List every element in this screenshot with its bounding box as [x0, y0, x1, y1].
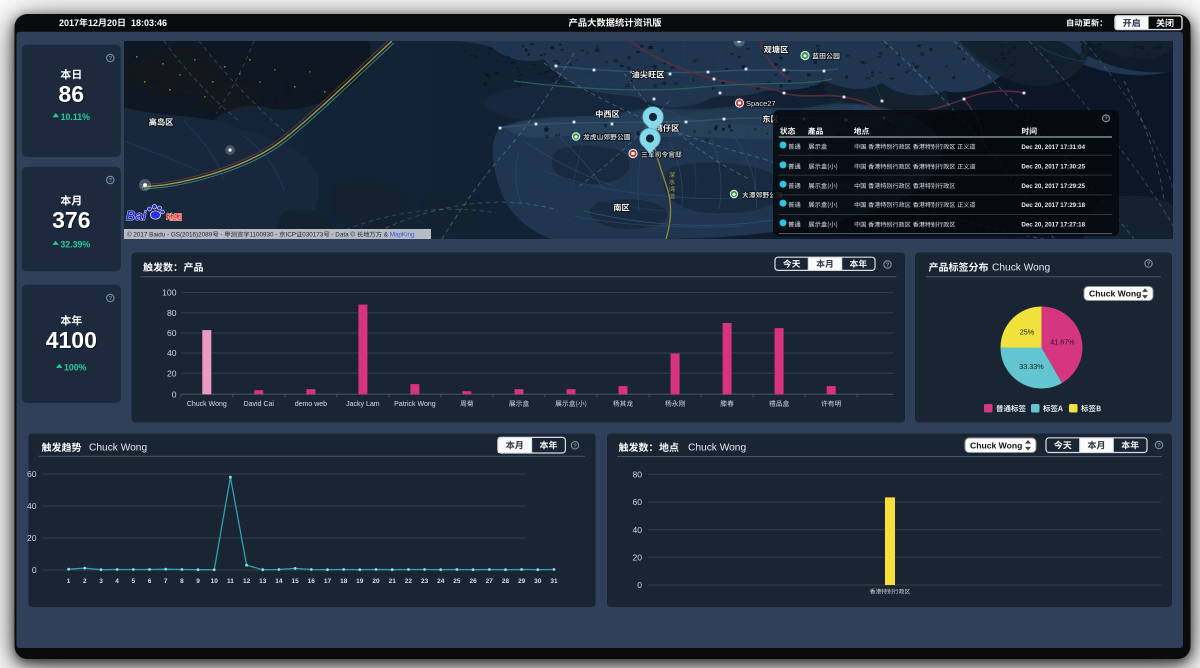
- svg-text:0: 0: [172, 389, 177, 399]
- svg-text:25: 25: [453, 578, 461, 585]
- svg-text:27: 27: [486, 578, 494, 585]
- svg-text:26: 26: [469, 578, 477, 585]
- svg-text:60: 60: [632, 497, 642, 507]
- svg-text:60: 60: [27, 469, 37, 479]
- svg-text:11: 11: [227, 578, 234, 585]
- svg-text:12: 12: [88, 18, 98, 28]
- svg-text:?: ?: [108, 296, 112, 302]
- svg-text:80: 80: [167, 308, 177, 318]
- svg-text:Jacky Lam: Jacky Lam: [346, 401, 380, 408]
- svg-text:18:03:46: 18:03:46: [126, 18, 167, 28]
- svg-text:4100: 4100: [46, 327, 97, 353]
- svg-text:20: 20: [107, 18, 117, 28]
- svg-text:40: 40: [167, 348, 177, 358]
- svg-text:31: 31: [550, 578, 558, 585]
- svg-text:?: ?: [886, 263, 890, 269]
- svg-text:80: 80: [632, 470, 642, 480]
- svg-text:20: 20: [167, 368, 177, 378]
- svg-text:1100930 -: 1100930 -: [250, 232, 280, 239]
- svg-text:Chuck Wong: Chuck Wong: [89, 443, 147, 454]
- svg-text:12: 12: [243, 578, 251, 585]
- svg-text:3: 3: [99, 578, 103, 585]
- svg-text:17: 17: [324, 578, 332, 585]
- svg-text:14: 14: [275, 578, 283, 585]
- svg-text:10.11%: 10.11%: [61, 112, 91, 122]
- svg-text:Chuck Wong: Chuck Wong: [688, 443, 746, 454]
- svg-text:David Cai: David Cai: [244, 401, 275, 408]
- svg-text:&: &: [382, 232, 390, 239]
- svg-text:Chuck Wong: Chuck Wong: [187, 401, 227, 408]
- svg-text:Dec 20, 2017 17:31:04: Dec 20, 2017 17:31:04: [1021, 144, 1085, 151]
- svg-text:32.39%: 32.39%: [60, 240, 90, 250]
- svg-text:18: 18: [340, 578, 348, 585]
- svg-text:MapKing: MapKing: [390, 232, 415, 239]
- svg-text:86: 86: [59, 81, 85, 107]
- svg-text:Patrick Wong: Patrick Wong: [394, 401, 436, 408]
- svg-text:20: 20: [372, 578, 380, 585]
- svg-text:- Data ©: - Data ©: [330, 231, 357, 239]
- svg-text:20: 20: [632, 552, 642, 562]
- svg-text:Dec 20, 2017 17:27:18: Dec 20, 2017 17:27:18: [1021, 222, 1085, 229]
- svg-text:40: 40: [27, 501, 37, 511]
- svg-text:30: 30: [534, 578, 542, 585]
- svg-text:?: ?: [1104, 116, 1107, 122]
- svg-text:?: ?: [108, 56, 112, 62]
- svg-text:25%: 25%: [1020, 328, 1035, 337]
- svg-text:28: 28: [502, 578, 510, 585]
- svg-text:6: 6: [148, 578, 152, 585]
- svg-text:40: 40: [632, 525, 642, 535]
- svg-text:4: 4: [115, 578, 119, 585]
- svg-text:100%: 100%: [64, 363, 87, 373]
- svg-text:?: ?: [1147, 262, 1151, 268]
- svg-text:9: 9: [196, 578, 200, 585]
- svg-text:21: 21: [389, 578, 397, 585]
- svg-text:22: 22: [405, 578, 413, 585]
- svg-text:0: 0: [32, 565, 37, 575]
- svg-text:19: 19: [356, 578, 364, 585]
- svg-text:376: 376: [52, 207, 90, 233]
- svg-text:© 2017 Baidu - GS(2016)2089: © 2017 Baidu - GS(2016)2089: [127, 231, 213, 239]
- svg-text:8: 8: [180, 578, 184, 585]
- svg-text:Chuck Wong: Chuck Wong: [1089, 289, 1141, 299]
- svg-text:?: ?: [1157, 443, 1161, 449]
- svg-text:-: -: [219, 232, 225, 239]
- svg-text:ICP: ICP: [286, 232, 297, 239]
- svg-text:Chuck Wong: Chuck Wong: [992, 263, 1050, 274]
- svg-text:15: 15: [291, 578, 299, 585]
- svg-text:23: 23: [421, 578, 429, 585]
- svg-text:Dec 20, 2017 17:30:25: Dec 20, 2017 17:30:25: [1021, 164, 1085, 171]
- svg-text:?: ?: [573, 443, 577, 449]
- svg-text:10: 10: [211, 578, 219, 585]
- svg-text:60: 60: [167, 328, 177, 338]
- svg-text:5: 5: [131, 578, 135, 585]
- svg-text:13: 13: [259, 578, 267, 585]
- svg-text:demo web: demo web: [295, 401, 327, 408]
- svg-text:2: 2: [83, 578, 87, 585]
- svg-text:Space27: Space27: [746, 99, 776, 108]
- svg-text:33.33%: 33.33%: [1019, 362, 1044, 371]
- svg-text:41.67%: 41.67%: [1050, 338, 1075, 347]
- svg-text:Chuck Wong: Chuck Wong: [970, 440, 1022, 450]
- svg-text:Dec 20, 2017 17:29:18: Dec 20, 2017 17:29:18: [1021, 202, 1085, 209]
- svg-text:29: 29: [518, 578, 526, 585]
- svg-text:Dec 20, 2017 17:29:25: Dec 20, 2017 17:29:25: [1021, 183, 1085, 190]
- svg-text:0: 0: [637, 580, 642, 590]
- svg-text:1: 1: [67, 578, 71, 585]
- svg-text:24: 24: [437, 578, 445, 585]
- svg-text:Bai: Bai: [126, 208, 147, 223]
- svg-text:7: 7: [164, 578, 168, 585]
- svg-text:16: 16: [308, 578, 316, 585]
- svg-text:100: 100: [162, 288, 177, 298]
- svg-text:20: 20: [27, 533, 37, 543]
- svg-text:2017: 2017: [59, 18, 79, 28]
- svg-text:?: ?: [108, 178, 112, 184]
- svg-text:030173: 030173: [302, 232, 324, 239]
